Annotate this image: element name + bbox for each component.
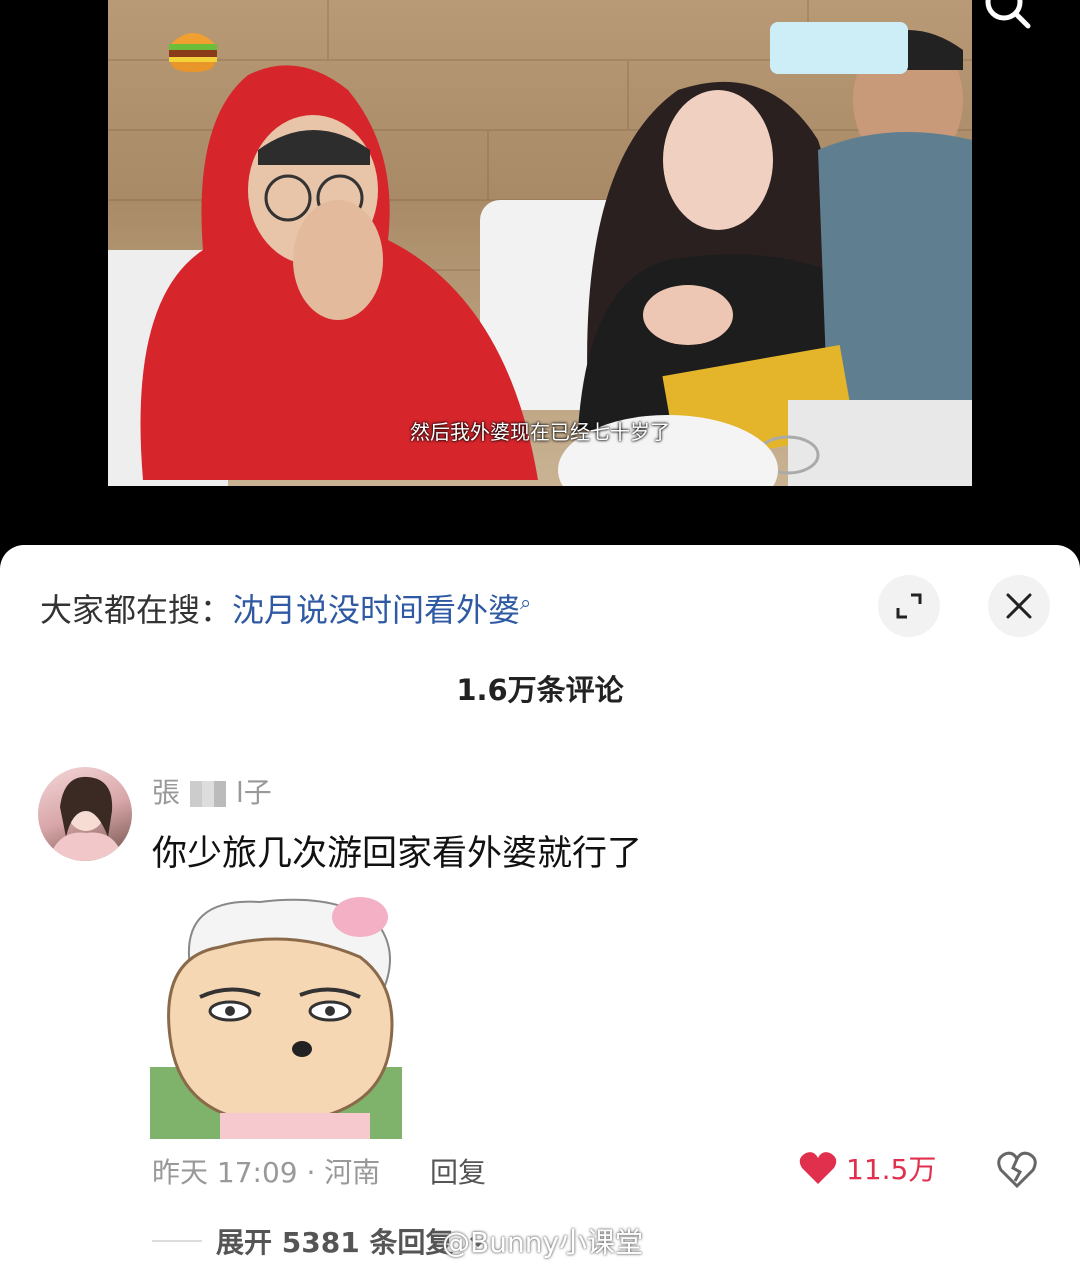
expand-replies-label: 展开 5381 条回复 [216, 1226, 454, 1259]
close-icon [1006, 593, 1032, 619]
avatar-photo [48, 776, 124, 861]
trending-search[interactable]: 大家都在搜：沈月说没时间看外婆⌕ [40, 585, 531, 631]
divider-line [152, 1240, 202, 1242]
expand-button[interactable] [878, 575, 940, 637]
video-player[interactable]: 然后我外婆现在已经七十岁了 [0, 0, 1080, 560]
expand-replies-button[interactable]: 展开 5381 条回复 [152, 1221, 489, 1261]
heart-icon [799, 1152, 837, 1184]
expand-icon [896, 593, 922, 619]
comment-count: 1.6万条评论 [456, 673, 624, 707]
username-prefix: 張 [152, 776, 181, 809]
search-icon[interactable] [978, 0, 1038, 32]
video-frame[interactable]: 然后我外婆现在已经七十岁了 [108, 0, 972, 486]
screen: 然后我外婆现在已经七十岁了 大家都在搜：沈月说没时间看外婆⌕ 1.6万条评论 張… [0, 0, 1080, 1279]
burger-logo-icon [169, 33, 217, 72]
reply-button[interactable]: 回复 [430, 1151, 486, 1191]
video-subtitle: 然后我外婆现在已经七十岁了 [410, 420, 670, 444]
trending-prefix: 大家都在搜： [40, 591, 233, 629]
sticker-cartoon [150, 897, 402, 1139]
watermark: @Bunny小课堂 [442, 1226, 644, 1259]
like-count: 11.5万 [846, 1153, 937, 1186]
comment-time-location: 昨天 17:09 · 河南 [152, 1156, 381, 1189]
comment-sticker-image[interactable] [150, 887, 402, 1139]
comment-sheet: 大家都在搜：沈月说没时间看外婆⌕ 1.6万条评论 張 l子 你少旅几次游回家看外… [0, 545, 1080, 1279]
username-mosaic [190, 781, 227, 807]
avatar[interactable] [38, 767, 132, 861]
blurred-logo [770, 22, 908, 74]
comment-text: 你少旅几次游回家看外婆就行了 [152, 834, 643, 874]
username-suffix: l子 [236, 776, 272, 809]
trending-query-link[interactable]: 沈月说没时间看外婆 [232, 591, 520, 629]
mini-search-icon: ⌕ [520, 590, 532, 615]
like-button[interactable]: 11.5万 [798, 1148, 936, 1188]
close-button[interactable] [988, 575, 1050, 637]
username[interactable]: 張 l子 [152, 771, 272, 811]
broken-heart-icon[interactable] [996, 1148, 1038, 1190]
